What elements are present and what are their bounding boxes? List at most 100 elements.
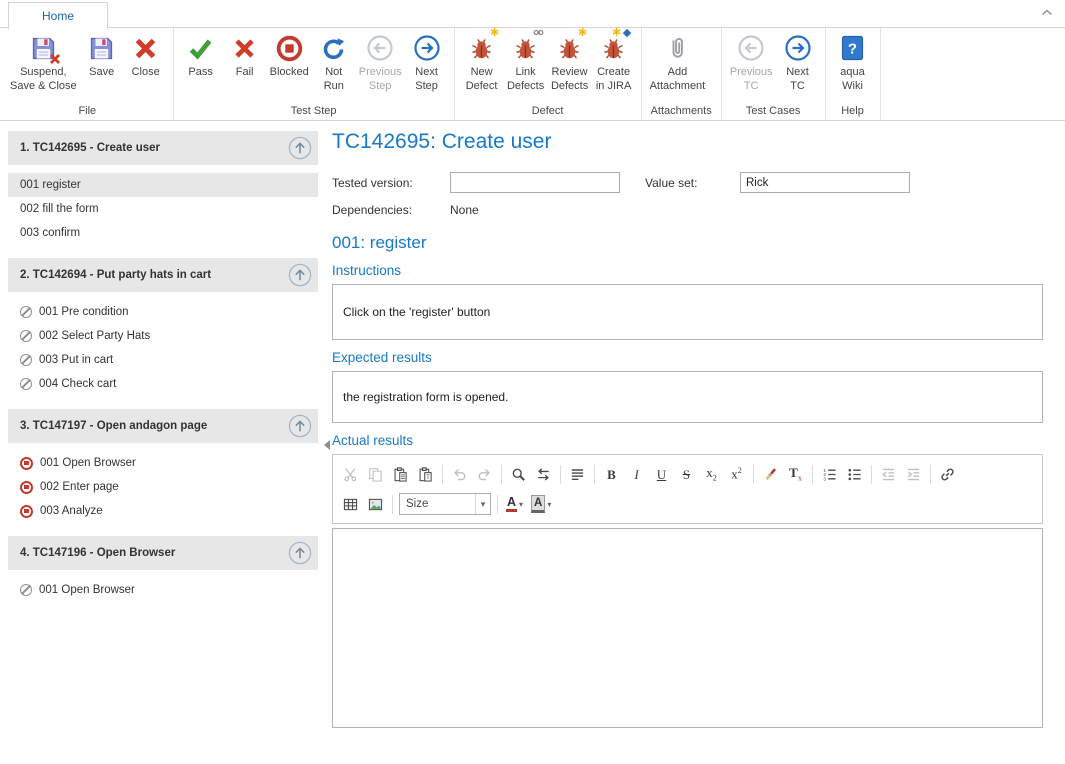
review-defects-button[interactable]: ∗Review Defects [548,30,592,104]
svg-text:T: T [426,474,430,481]
scroll-to-top-icon[interactable] [288,541,312,565]
sidebar: 1. TC142695 - Create user001 register002… [0,122,322,764]
link-icon [940,467,955,482]
actual-results-editor[interactable] [332,528,1043,728]
testcase-header[interactable]: 1. TC142695 - Create user [8,131,318,165]
paste-plain-button[interactable]: T [413,462,438,486]
insert-table-button[interactable] [338,492,363,516]
redo-icon [477,467,492,482]
previous-step-button[interactable]: Previous Step [356,30,405,104]
indent-button[interactable] [901,462,926,486]
next-tc-button[interactable]: Next TC [776,30,820,104]
cut-button[interactable] [338,462,363,486]
numbered-list-icon: 123 [822,467,837,482]
ribbon-group-test-cases: Previous TCNext TCTest Cases [722,28,826,120]
testcase-header[interactable]: 2. TC142694 - Put party hats in cart [8,258,318,292]
test-step-label: 003 confirm [20,227,80,239]
strikethrough-button[interactable]: S [674,462,699,486]
test-step-item[interactable]: 002 Enter page [8,475,318,499]
test-step-label: 001 Open Browser [39,584,135,596]
create-in-jira-button[interactable]: ∗Create in JIRA [592,30,636,104]
new-defect-button[interactable]: ∗New Defect [460,30,504,104]
outdent-button[interactable] [876,462,901,486]
fail-button[interactable]: Fail [223,30,267,104]
toolbar-separator [442,465,443,484]
background-color-button[interactable]: A▾ [527,492,555,516]
scroll-to-top-icon[interactable] [288,263,312,287]
superscript-button[interactable]: x2 [724,462,749,486]
copy-icon [368,467,383,482]
test-step-item[interactable]: 001 Open Browser [8,451,318,475]
blocked-button[interactable]: Blocked [267,30,312,104]
italic-button[interactable]: I [624,462,649,486]
undo-button[interactable] [447,462,472,486]
test-step-item[interactable]: 003 Analyze [8,499,318,523]
scroll-to-top-icon[interactable] [288,414,312,438]
instructions-text: Click on the 'register' button [343,305,490,319]
value-set-input[interactable] [740,172,910,193]
close-button[interactable]: Close [124,30,168,104]
link-button[interactable] [935,462,960,486]
collapse-ribbon-button[interactable] [1041,9,1053,16]
replace-button[interactable] [531,462,556,486]
tab-home[interactable]: Home [8,2,108,29]
testcase-page-title: TC142695: Create user [332,130,1043,154]
collapse-sidebar-icon[interactable] [324,440,330,450]
test-step-item[interactable]: 002 Select Party Hats [8,324,318,348]
underline-button[interactable]: U [649,462,674,486]
bullet-list-button[interactable] [842,462,867,486]
ribbon-button-label: Add Attachment [650,66,706,94]
ribbon-button-label: Fail [236,66,254,80]
subscript-button[interactable]: x2 [699,462,724,486]
next-step-button[interactable]: Next Step [405,30,449,104]
test-step-item[interactable]: 002 fill the form [8,197,318,221]
test-step-item[interactable]: 004 Check cart [8,372,318,396]
link-defects-button[interactable]: Link Defects [504,30,548,104]
not-run-icon [320,32,347,64]
font-size-select[interactable]: Size ▾ [399,493,491,515]
test-step-item[interactable]: 001 Open Browser [8,578,318,602]
find-button[interactable] [506,462,531,486]
numbered-list-button[interactable]: 123 [817,462,842,486]
scroll-to-top-icon[interactable] [288,136,312,160]
sidebar-splitter[interactable] [322,122,332,764]
aqua-wiki-button[interactable]: ?aqua Wiki [831,30,875,104]
bold-button[interactable]: B [599,462,624,486]
paragraph-format-button[interactable] [565,462,590,486]
suspend-save-close-button[interactable]: Suspend, Save & Close [7,30,80,104]
testcase-title: 4. TC147196 - Open Browser [20,547,288,559]
insert-image-button[interactable] [363,492,388,516]
test-step-item[interactable]: 003 Put in cart [8,348,318,372]
ribbon-button-label: New Defect [466,66,498,94]
testcase-group: 1. TC142695 - Create user 001 register002… [0,131,322,245]
testcase-header[interactable]: 3. TC147197 - Open andagon page [8,409,318,443]
test-step-item[interactable]: 001 Pre condition [8,300,318,324]
ribbon-button-label: Not Run [324,66,344,94]
test-step-item[interactable]: 001 register [8,173,318,197]
ribbon-button-label: Next Step [415,66,438,94]
paste-button[interactable] [388,462,413,486]
svg-text:3: 3 [823,476,826,481]
not-run-button[interactable]: Not Run [312,30,356,104]
remove-format-button[interactable]: Tx [783,462,808,486]
test-step-label: 002 Enter page [40,481,119,493]
testcase-header[interactable]: 4. TC147196 - Open Browser [8,536,318,570]
pass-button[interactable]: Pass [179,30,223,104]
ribbon-groups: Suspend, Save & CloseSaveCloseFilePassFa… [0,28,1065,121]
testcase-group: 2. TC142694 - Put party hats in cart 001 … [0,258,322,396]
tested-version-input[interactable] [450,172,620,193]
add-attachment-button[interactable]: Add Attachment [647,30,709,104]
add-attachment-icon [664,32,691,64]
format-painter-button[interactable] [758,462,783,486]
save-button[interactable]: Save [80,30,124,104]
expected-results-box: the registration form is opened. [332,371,1043,423]
redo-button[interactable] [472,462,497,486]
copy-button[interactable] [363,462,388,486]
test-step-item[interactable]: 003 confirm [8,221,318,245]
ribbon-group-defect: ∗New DefectLink Defects∗Review Defects∗C… [455,28,642,120]
previous-tc-button[interactable]: Previous TC [727,30,776,104]
instructions-label: Instructions [332,263,1043,278]
ribbon-button-label: Review Defects [551,66,588,94]
text-color-button[interactable]: A▾ [502,492,527,516]
tab-home-label: Home [42,9,74,23]
